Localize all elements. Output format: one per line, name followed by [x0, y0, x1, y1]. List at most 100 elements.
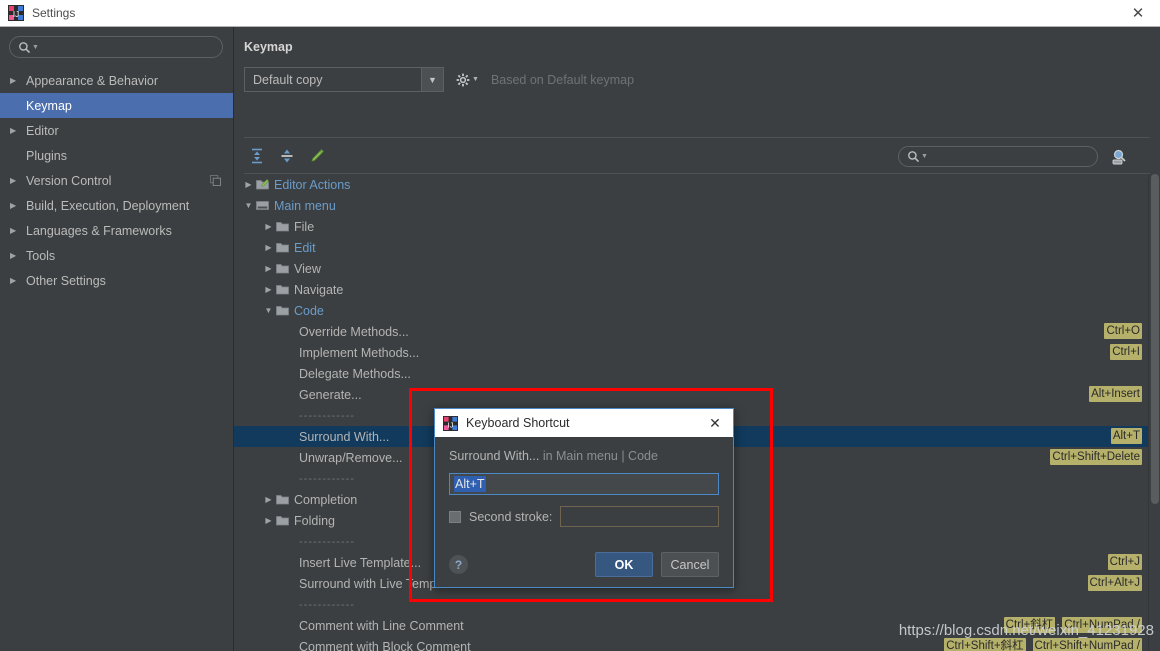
shortcut-badge[interactable]: Alt+T — [1110, 428, 1142, 444]
sidebar-item-other-settings[interactable]: ▶ Other Settings — [0, 268, 233, 293]
sidebar-item-keymap[interactable]: Keymap — [0, 93, 233, 118]
action-search-field[interactable]: ▼ — [898, 146, 1098, 167]
keymap-toolbar — [246, 145, 328, 167]
tree-row-label: Override Methods... — [299, 324, 409, 339]
tree-row[interactable]: Delegate Methods... — [234, 363, 1148, 384]
shortcut-list: Ctrl+Shift+Delete — [1050, 449, 1142, 465]
keyboard-shortcut-dialog: IJ Keyboard Shortcut ✕ Surround With... … — [434, 408, 734, 588]
tree-scrollbar[interactable] — [1148, 174, 1160, 651]
main-menu-icon — [255, 199, 270, 212]
help-button[interactable]: ? — [449, 555, 468, 574]
window-close-button[interactable]: ✕ — [1116, 0, 1160, 26]
keymap-combo[interactable]: Default copy ▼ — [244, 67, 444, 92]
tree-row-label: Code — [294, 303, 324, 318]
folder-icon — [276, 306, 289, 316]
chevron-right-icon[interactable]: ▶ — [262, 285, 275, 294]
shortcut-badge[interactable]: Ctrl+Alt+J — [1087, 575, 1142, 591]
edit-shortcut-button[interactable] — [306, 145, 328, 167]
chevron-down-icon[interactable]: ▼ — [262, 306, 275, 315]
dialog-action-buttons: OK Cancel — [595, 552, 719, 577]
find-by-shortcut-button[interactable] — [1108, 145, 1132, 169]
tree-row-label: Implement Methods... — [299, 345, 420, 360]
shortcut-badge[interactable]: Alt+Insert — [1089, 386, 1142, 402]
tree-row[interactable]: ▶ Edit — [234, 237, 1148, 258]
tree-row[interactable]: ▼ Main menu — [234, 195, 1148, 216]
settings-search-field[interactable]: ▼ — [9, 36, 223, 58]
shortcut-list: Alt+Insert — [1089, 386, 1142, 402]
tree-row[interactable]: ▼ Code — [234, 300, 1148, 321]
keymap-settings-button[interactable]: ▼ — [456, 73, 479, 87]
find-by-shortcut-icon — [1112, 149, 1126, 165]
sidebar-item-languages-frameworks[interactable]: ▶ Languages & Frameworks — [0, 218, 233, 243]
settings-window: IJ Settings ✕ ▼ ▶ Appearance & Behavior — [0, 0, 1160, 651]
dialog-footer: ? OK Cancel — [435, 552, 733, 577]
tree-row[interactable]: ▶ View — [234, 258, 1148, 279]
folder-icon — [276, 222, 289, 232]
chevron-down-icon[interactable]: ▼ — [421, 68, 443, 91]
dialog-title: Keyboard Shortcut — [466, 416, 570, 430]
chevron-right-icon[interactable]: ▶ — [262, 516, 275, 525]
sidebar-item-plugins[interactable]: Plugins — [0, 143, 233, 168]
cancel-button[interactable]: Cancel — [661, 552, 719, 577]
sidebar-item-version-control[interactable]: ▶ Version Control — [0, 168, 233, 193]
sidebar-item-label: Appearance & Behavior — [26, 73, 159, 88]
tree-row[interactable]: Generate... Alt+Insert — [234, 384, 1148, 405]
divider-top — [244, 137, 1150, 138]
editor-actions-icon — [256, 179, 269, 190]
folder-icon — [275, 304, 290, 317]
tree-row[interactable]: Implement Methods... Ctrl+I — [234, 342, 1148, 363]
first-stroke-field[interactable]: Alt+T — [449, 473, 719, 495]
svg-text:IJ: IJ — [13, 10, 19, 19]
collapse-all-button[interactable] — [276, 145, 298, 167]
expand-all-button[interactable] — [246, 145, 268, 167]
tree-scrollbar-thumb[interactable] — [1151, 174, 1159, 504]
shortcut-badge[interactable]: Ctrl+O — [1104, 323, 1142, 339]
shortcut-list: Ctrl+Shift+斜杠 Ctrl+Shift+NumPad / — [944, 638, 1142, 651]
search-options-caret-icon[interactable]: ▼ — [921, 153, 928, 160]
second-stroke-field[interactable] — [560, 506, 719, 527]
chevron-right-icon[interactable]: ▶ — [262, 264, 275, 273]
shortcut-list: Alt+T — [1110, 428, 1142, 444]
sidebar-item-label: Plugins — [26, 148, 67, 163]
sidebar-item-editor[interactable]: ▶ Editor — [0, 118, 233, 143]
search-icon — [19, 41, 31, 53]
tree-row[interactable]: ▶ File — [234, 216, 1148, 237]
folder-icon — [275, 493, 290, 506]
search-icon — [908, 151, 920, 163]
chevron-right-icon[interactable]: ▶ — [262, 495, 275, 504]
shortcut-badge[interactable]: Ctrl+Shift+斜杠 — [944, 638, 1026, 651]
folder-icon — [276, 495, 289, 505]
sidebar-item-tools[interactable]: ▶ Tools — [0, 243, 233, 268]
tree-row[interactable]: ▶ Navigate — [234, 279, 1148, 300]
tree-row[interactable]: ▶ Editor Actions — [234, 174, 1148, 195]
sidebar-item-label: Other Settings — [26, 273, 106, 288]
shortcut-badge[interactable]: Ctrl+J — [1107, 554, 1142, 570]
dialog-close-button[interactable]: ✕ — [705, 413, 725, 433]
folder-icon — [276, 516, 289, 526]
second-stroke-checkbox[interactable] — [449, 510, 461, 523]
action-search-input[interactable] — [931, 149, 1097, 164]
settings-search-input[interactable] — [42, 40, 222, 54]
chevron-right-icon[interactable]: ▶ — [242, 180, 255, 189]
ok-button[interactable]: OK — [595, 552, 653, 577]
chevron-right-icon[interactable]: ▶ — [262, 243, 275, 252]
shortcut-badge[interactable]: Ctrl+I — [1110, 344, 1142, 360]
shortcut-badge[interactable]: Ctrl+Shift+Delete — [1050, 449, 1142, 465]
folder-icon — [275, 514, 290, 527]
keymap-selector-row: Default copy ▼ ▼ Based on Default keymap — [244, 67, 634, 92]
chevron-right-icon: ▶ — [10, 201, 17, 210]
chevron-right-icon: ▶ — [10, 276, 17, 285]
shortcut-badge[interactable]: Ctrl+Shift+NumPad / — [1032, 638, 1142, 651]
sidebar-item-build-execution-deployment[interactable]: ▶ Build, Execution, Deployment — [0, 193, 233, 218]
sidebar-item-appearance-behavior[interactable]: ▶ Appearance & Behavior — [0, 68, 233, 93]
tree-row[interactable]: Override Methods... Ctrl+O — [234, 321, 1148, 342]
second-stroke-label: Second stroke: — [469, 509, 553, 524]
tree-separator-label: ------------ — [299, 535, 355, 548]
chevron-down-icon[interactable]: ▼ — [242, 201, 255, 210]
chevron-right-icon: ▶ — [10, 126, 17, 135]
page-title: Keymap — [244, 40, 293, 54]
shortcut-list: Ctrl+O — [1104, 323, 1142, 339]
chevron-right-icon[interactable]: ▶ — [262, 222, 275, 231]
chevron-down-icon[interactable]: ▼ — [472, 76, 479, 83]
search-options-caret-icon[interactable]: ▼ — [32, 44, 39, 51]
